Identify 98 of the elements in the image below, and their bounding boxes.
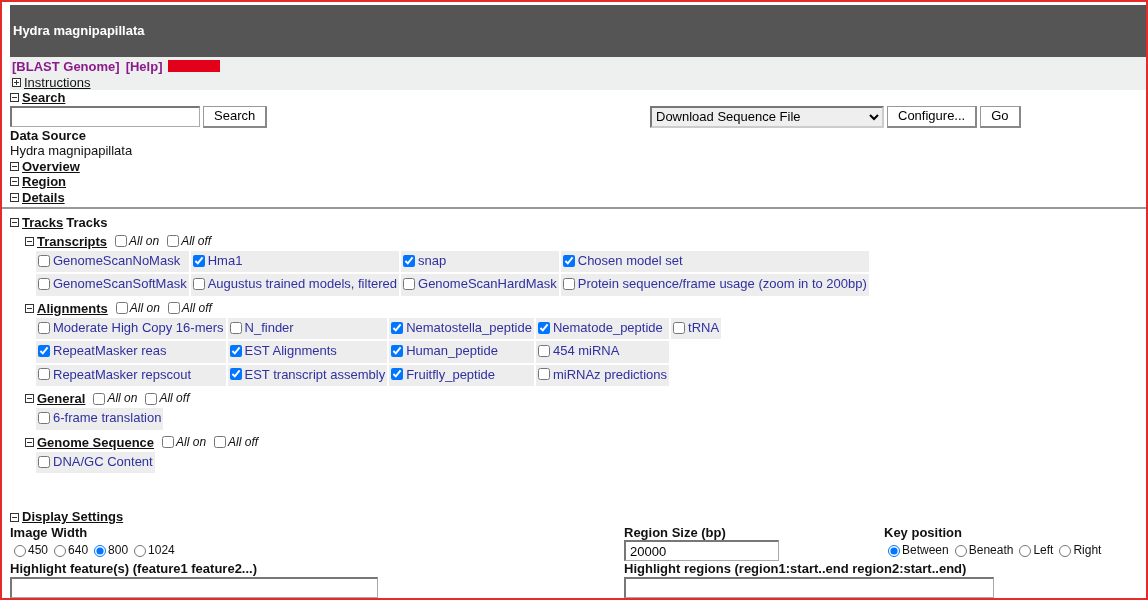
collapse-icon[interactable]: [25, 437, 34, 447]
radio-label: 1024: [148, 543, 175, 559]
checkbox[interactable]: [38, 254, 50, 267]
checkbox[interactable]: [673, 321, 686, 334]
expand-icon[interactable]: [12, 77, 21, 87]
field-label: Key position: [884, 524, 963, 541]
track-label[interactable]: snap: [418, 253, 447, 269]
section-link[interactable]: Transcripts: [37, 233, 108, 249]
toggle-all-label: All off: [181, 233, 212, 249]
data-source-value: Hydra magnipapillata: [10, 143, 134, 159]
checkbox[interactable]: [403, 278, 415, 290]
collapse-icon[interactable]: [25, 236, 34, 246]
header-link[interactable]: [Help]: [125, 59, 163, 74]
section-link[interactable]: Search: [22, 90, 66, 106]
track-label[interactable]: Hma1: [207, 253, 243, 269]
checkbox[interactable]: [38, 321, 50, 334]
checkbox[interactable]: [391, 368, 404, 381]
collapse-icon[interactable]: [10, 177, 19, 187]
radio-label: Right: [1073, 543, 1102, 559]
radio-label: Left: [1033, 543, 1054, 559]
checkbox[interactable]: [391, 345, 404, 357]
toggle-all-label: All on: [129, 233, 160, 249]
tracks-title: Tracks: [66, 215, 108, 231]
highlight-regions-field[interactable]: [624, 576, 994, 598]
collapse-icon[interactable]: [10, 218, 19, 228]
field-label: Region Size (bp): [624, 524, 727, 541]
radio-label: 800: [108, 543, 129, 559]
radio-button[interactable]: [14, 545, 26, 557]
checkbox[interactable]: [38, 345, 50, 357]
section-link[interactable]: Display Settings: [22, 509, 124, 525]
radio-label: Between: [902, 543, 949, 559]
search-button[interactable]: Search: [203, 105, 268, 128]
section-link[interactable]: Tracks: [22, 215, 64, 231]
checkbox[interactable]: [38, 412, 50, 424]
radio-button[interactable]: [1019, 545, 1032, 557]
collapse-icon[interactable]: [10, 512, 19, 522]
checkbox[interactable]: [167, 235, 180, 248]
section-link[interactable]: Genome Sequence: [37, 434, 155, 450]
field-label: Highlight feature(s) (feature1 feature2...): [10, 561, 259, 577]
checkbox[interactable]: [145, 392, 158, 405]
data-source-label: Data Source: [10, 127, 87, 143]
collapse-icon[interactable]: [25, 394, 34, 403]
header-link[interactable]: [BLAST Genome]: [12, 59, 120, 74]
section-link[interactable]: Alignments: [37, 300, 108, 316]
checkbox[interactable]: [562, 254, 575, 267]
checkbox[interactable]: [192, 254, 205, 267]
toggle-all-label: All on: [107, 390, 138, 407]
radio-button[interactable]: [954, 545, 967, 557]
section-link[interactable]: Instructions: [24, 74, 91, 90]
toggle-all-label: All off: [159, 390, 190, 407]
region-size-field[interactable]: 20000: [624, 540, 779, 562]
radio-label: Beneath: [968, 543, 1014, 559]
radio-button[interactable]: [94, 545, 107, 557]
toggle-all-label: All off: [228, 434, 259, 450]
collapse-icon[interactable]: [10, 93, 19, 103]
collapse-icon[interactable]: [25, 303, 34, 313]
search-field[interactable]: [10, 106, 200, 127]
checkbox[interactable]: [229, 345, 242, 357]
section-link[interactable]: Details: [22, 189, 65, 205]
checkbox[interactable]: [537, 345, 550, 357]
action-button[interactable]: Go: [980, 105, 1021, 128]
page-title-bar: Hydra magnipapillata: [10, 5, 1146, 57]
field-label: Highlight regions (region1:start..end region2:start..end): [624, 561, 968, 577]
toggle-all-label: All on: [176, 434, 207, 450]
section-link[interactable]: Overview: [22, 158, 80, 174]
checkbox[interactable]: [391, 321, 404, 334]
checkbox[interactable]: [38, 455, 50, 468]
highlight-features-field[interactable]: [10, 576, 378, 598]
section-link[interactable]: General: [37, 390, 86, 407]
checkbox[interactable]: [167, 302, 180, 315]
radio-label: 450: [28, 543, 49, 559]
radio-button[interactable]: [888, 545, 900, 557]
checkbox[interactable]: [229, 368, 242, 381]
radio-button[interactable]: [54, 545, 67, 557]
radio-label: 640: [68, 543, 89, 559]
checkbox[interactable]: [38, 368, 50, 381]
checkbox[interactable]: [214, 436, 227, 449]
checkbox[interactable]: [162, 436, 175, 449]
download-select[interactable]: Download Sequence File: [650, 105, 884, 128]
collapse-icon[interactable]: [10, 192, 19, 202]
toggle-all-label: All on: [129, 300, 160, 316]
section-link[interactable]: Region: [22, 174, 67, 190]
checkbox[interactable]: [192, 278, 205, 290]
checkbox[interactable]: [115, 235, 128, 248]
checkbox[interactable]: [403, 254, 415, 267]
checkbox[interactable]: [537, 321, 550, 334]
checkbox[interactable]: [93, 392, 106, 405]
collapse-icon[interactable]: [10, 161, 19, 171]
checkbox[interactable]: [38, 278, 50, 290]
radio-button[interactable]: [1059, 545, 1072, 557]
checkbox[interactable]: [229, 321, 242, 334]
field-label: Image Width: [10, 524, 89, 541]
toggle-all-label: All off: [181, 300, 212, 316]
radio-button[interactable]: [134, 545, 147, 557]
checkbox[interactable]: [115, 302, 128, 315]
action-button[interactable]: Configure...: [887, 105, 978, 128]
checkbox[interactable]: [537, 368, 550, 381]
checkbox[interactable]: [562, 278, 575, 290]
